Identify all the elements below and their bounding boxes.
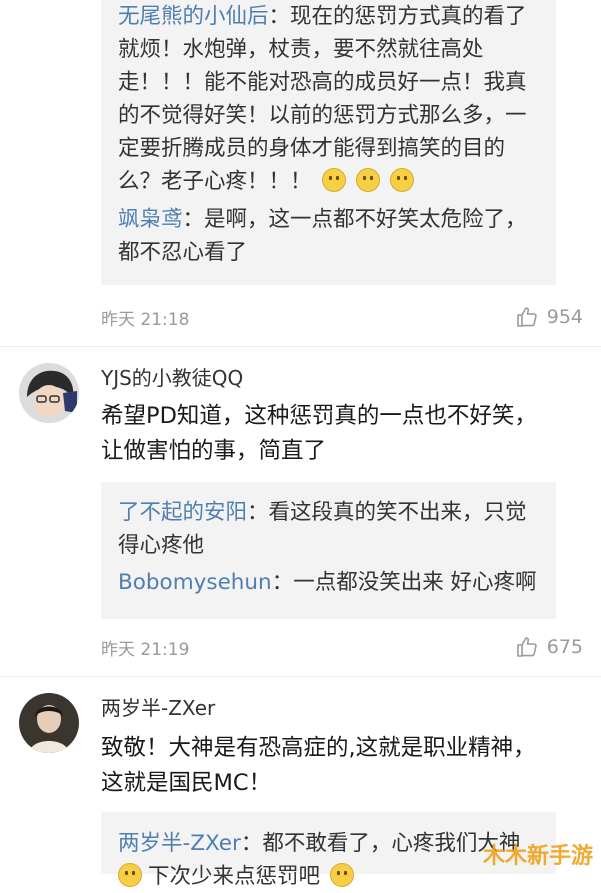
- reply-line: 得心疼他: [118, 533, 205, 558]
- like-button[interactable]: 675: [515, 635, 583, 659]
- like-button[interactable]: 954: [515, 305, 583, 329]
- reply-username[interactable]: 了不起的安阳: [118, 500, 247, 525]
- reply-line: 飒枭鸢：是啊，这一点都不好笑太危险了，: [118, 207, 527, 232]
- smile-emoji-icon: [118, 863, 142, 887]
- reply-line: 两岁半-ZXer：都不敢看了，心疼我们大神: [118, 831, 521, 856]
- reply-line: 下次少来点惩罚吧: [118, 860, 546, 893]
- avatar[interactable]: [19, 363, 79, 423]
- smile-emoji-icon: [355, 168, 380, 192]
- thumbs-up-icon: [516, 637, 537, 657]
- reply-line: 无尾熊的小仙后：现在的惩罚方式真的看了: [118, 4, 527, 29]
- smile-emoji-icon: [389, 168, 414, 192]
- reply-line: 了不起的安阳：看这段真的笑不出来，只觉: [118, 500, 527, 525]
- smile-emoji-icon: [330, 863, 355, 887]
- smile-emoji-icon: [321, 168, 346, 192]
- reply-username[interactable]: 两岁半-ZXer: [118, 831, 241, 856]
- like-count: 954: [546, 306, 583, 328]
- reply-line: Bobomysehun：一点都没笑出来 好心疼啊: [118, 570, 537, 595]
- thumbs-up-icon: [516, 307, 537, 327]
- like-count: 675: [546, 636, 583, 658]
- comment-time: 昨天 21:19: [101, 640, 190, 660]
- reply-box: 无尾熊的小仙后：现在的惩罚方式真的看了 就烦！水炮弹，杖责，要不然就往高处 走！…: [101, 0, 556, 285]
- reply-line: 么？老子心疼！！！: [118, 165, 546, 198]
- reply-box: 了不起的安阳：看这段真的笑不出来，只觉 得心疼他 Bobomysehun：一点都…: [101, 482, 556, 619]
- reply-username[interactable]: 无尾熊的小仙后: [118, 4, 269, 29]
- comment-content-line: 致敬！大神是有恐高症的,这就是职业精神，: [101, 735, 536, 761]
- avatar-image: [19, 363, 79, 423]
- comment-content-line: 让做害怕的事，简直了: [101, 438, 327, 464]
- reply-username[interactable]: 飒枭鸢: [118, 207, 183, 232]
- reply-line: 走！！！能不能对恐高的成员好一点！我真: [118, 70, 527, 95]
- reply-line: 定要折腾成员的身体才能得到搞笑的目的: [118, 136, 506, 161]
- watermark: 木木新手游: [482, 844, 593, 869]
- comment-time: 昨天 21:18: [101, 310, 190, 330]
- comment-author[interactable]: 两岁半-ZXer: [101, 692, 215, 721]
- comment-content-line: 希望PD知道，这种惩罚真的一点也不好笑，: [101, 403, 537, 429]
- divider: [0, 346, 601, 347]
- reply-line: 都不忍心看了: [118, 240, 248, 265]
- divider: [0, 676, 601, 677]
- reply-line: 的不觉得好笑！以前的惩罚方式那么多，一: [118, 103, 527, 128]
- comment-content-line: 这就是国民MC！: [101, 770, 272, 796]
- avatar[interactable]: [19, 693, 79, 753]
- reply-line: 就烦！水炮弹，杖责，要不然就往高处: [118, 37, 484, 62]
- comment-author[interactable]: YJS的小教徒QQ: [101, 362, 243, 391]
- reply-username[interactable]: Bobomysehun: [118, 570, 272, 595]
- avatar-image: [19, 693, 79, 753]
